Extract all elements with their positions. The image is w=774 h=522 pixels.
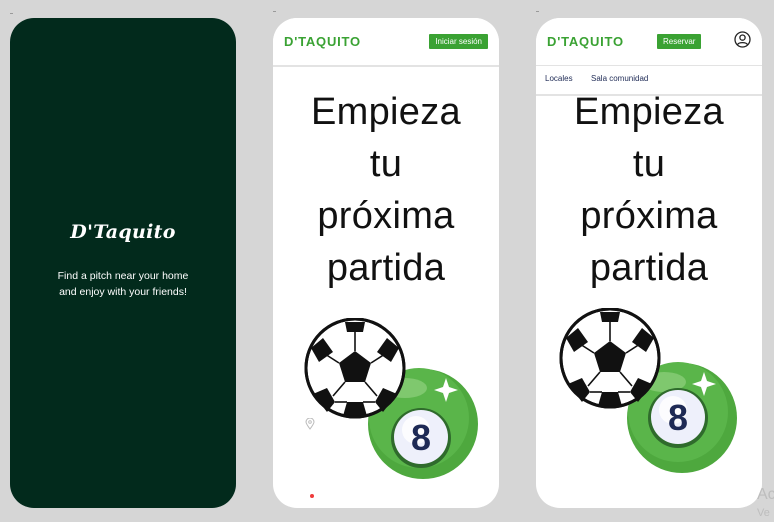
- billiard-number: 8: [411, 417, 431, 458]
- headline-line: tu: [369, 143, 403, 185]
- artboard-marker: [536, 11, 539, 12]
- tagline-line-1: Find a pitch near your home: [57, 270, 189, 282]
- headline-line: partida: [326, 247, 446, 289]
- app-header: D'TAQUITO Reservar: [536, 18, 762, 67]
- headline-line: próxima: [317, 195, 455, 237]
- billiard-number: 8: [668, 397, 688, 438]
- splash-tagline: Find a pitch near your home and enjoy wi…: [10, 269, 236, 300]
- hero-illustration: 8: [304, 318, 478, 479]
- hero-headline: Empieza tu próxima partida: [273, 86, 499, 294]
- soccer-ball-icon: [559, 308, 661, 409]
- home-screen: D'TAQUITO Reservar Locales Sala comunida…: [536, 18, 762, 508]
- hero-illustration: 8: [559, 308, 737, 473]
- artboard-marker: [10, 13, 13, 14]
- headline-line: próxima: [580, 195, 718, 237]
- splash-screen: D'Taquito Find a pitch near your home an…: [10, 18, 236, 508]
- brand-logo[interactable]: D'TAQUITO: [547, 34, 624, 49]
- headline-line: tu: [632, 143, 666, 185]
- nav-link-locales[interactable]: Locales: [545, 74, 573, 83]
- headline-line: partida: [589, 247, 709, 289]
- hero-headline: Empieza tu próxima partida: [536, 86, 762, 294]
- watermark-line-2: Ve: [757, 507, 770, 519]
- nav-link-sala-comunidad[interactable]: Sala comunidad: [591, 74, 648, 83]
- page-indicator-dot[interactable]: [310, 494, 314, 498]
- tagline-line-2: and enjoy with your friends!: [59, 285, 187, 298]
- splash-logo: D'Taquito: [70, 221, 176, 243]
- soccer-ball-icon: [304, 318, 406, 419]
- watermark-line-1: Ac: [757, 486, 774, 503]
- map-pin-icon[interactable]: [305, 418, 315, 430]
- artboard-marker: [273, 11, 276, 12]
- login-button[interactable]: Iniciar sesión: [429, 34, 488, 49]
- landing-screen: D'TAQUITO Iniciar sesión Empieza tu próx…: [273, 18, 499, 508]
- user-circle-icon[interactable]: [734, 31, 751, 48]
- activation-watermark: Ac Ve: [757, 486, 774, 522]
- headline-line: Empieza: [574, 91, 724, 133]
- brand-logo[interactable]: D'TAQUITO: [284, 34, 361, 49]
- headline-line: Empieza: [311, 91, 461, 133]
- app-header: D'TAQUITO Iniciar sesión: [273, 18, 499, 67]
- reserve-button[interactable]: Reservar: [657, 34, 702, 49]
